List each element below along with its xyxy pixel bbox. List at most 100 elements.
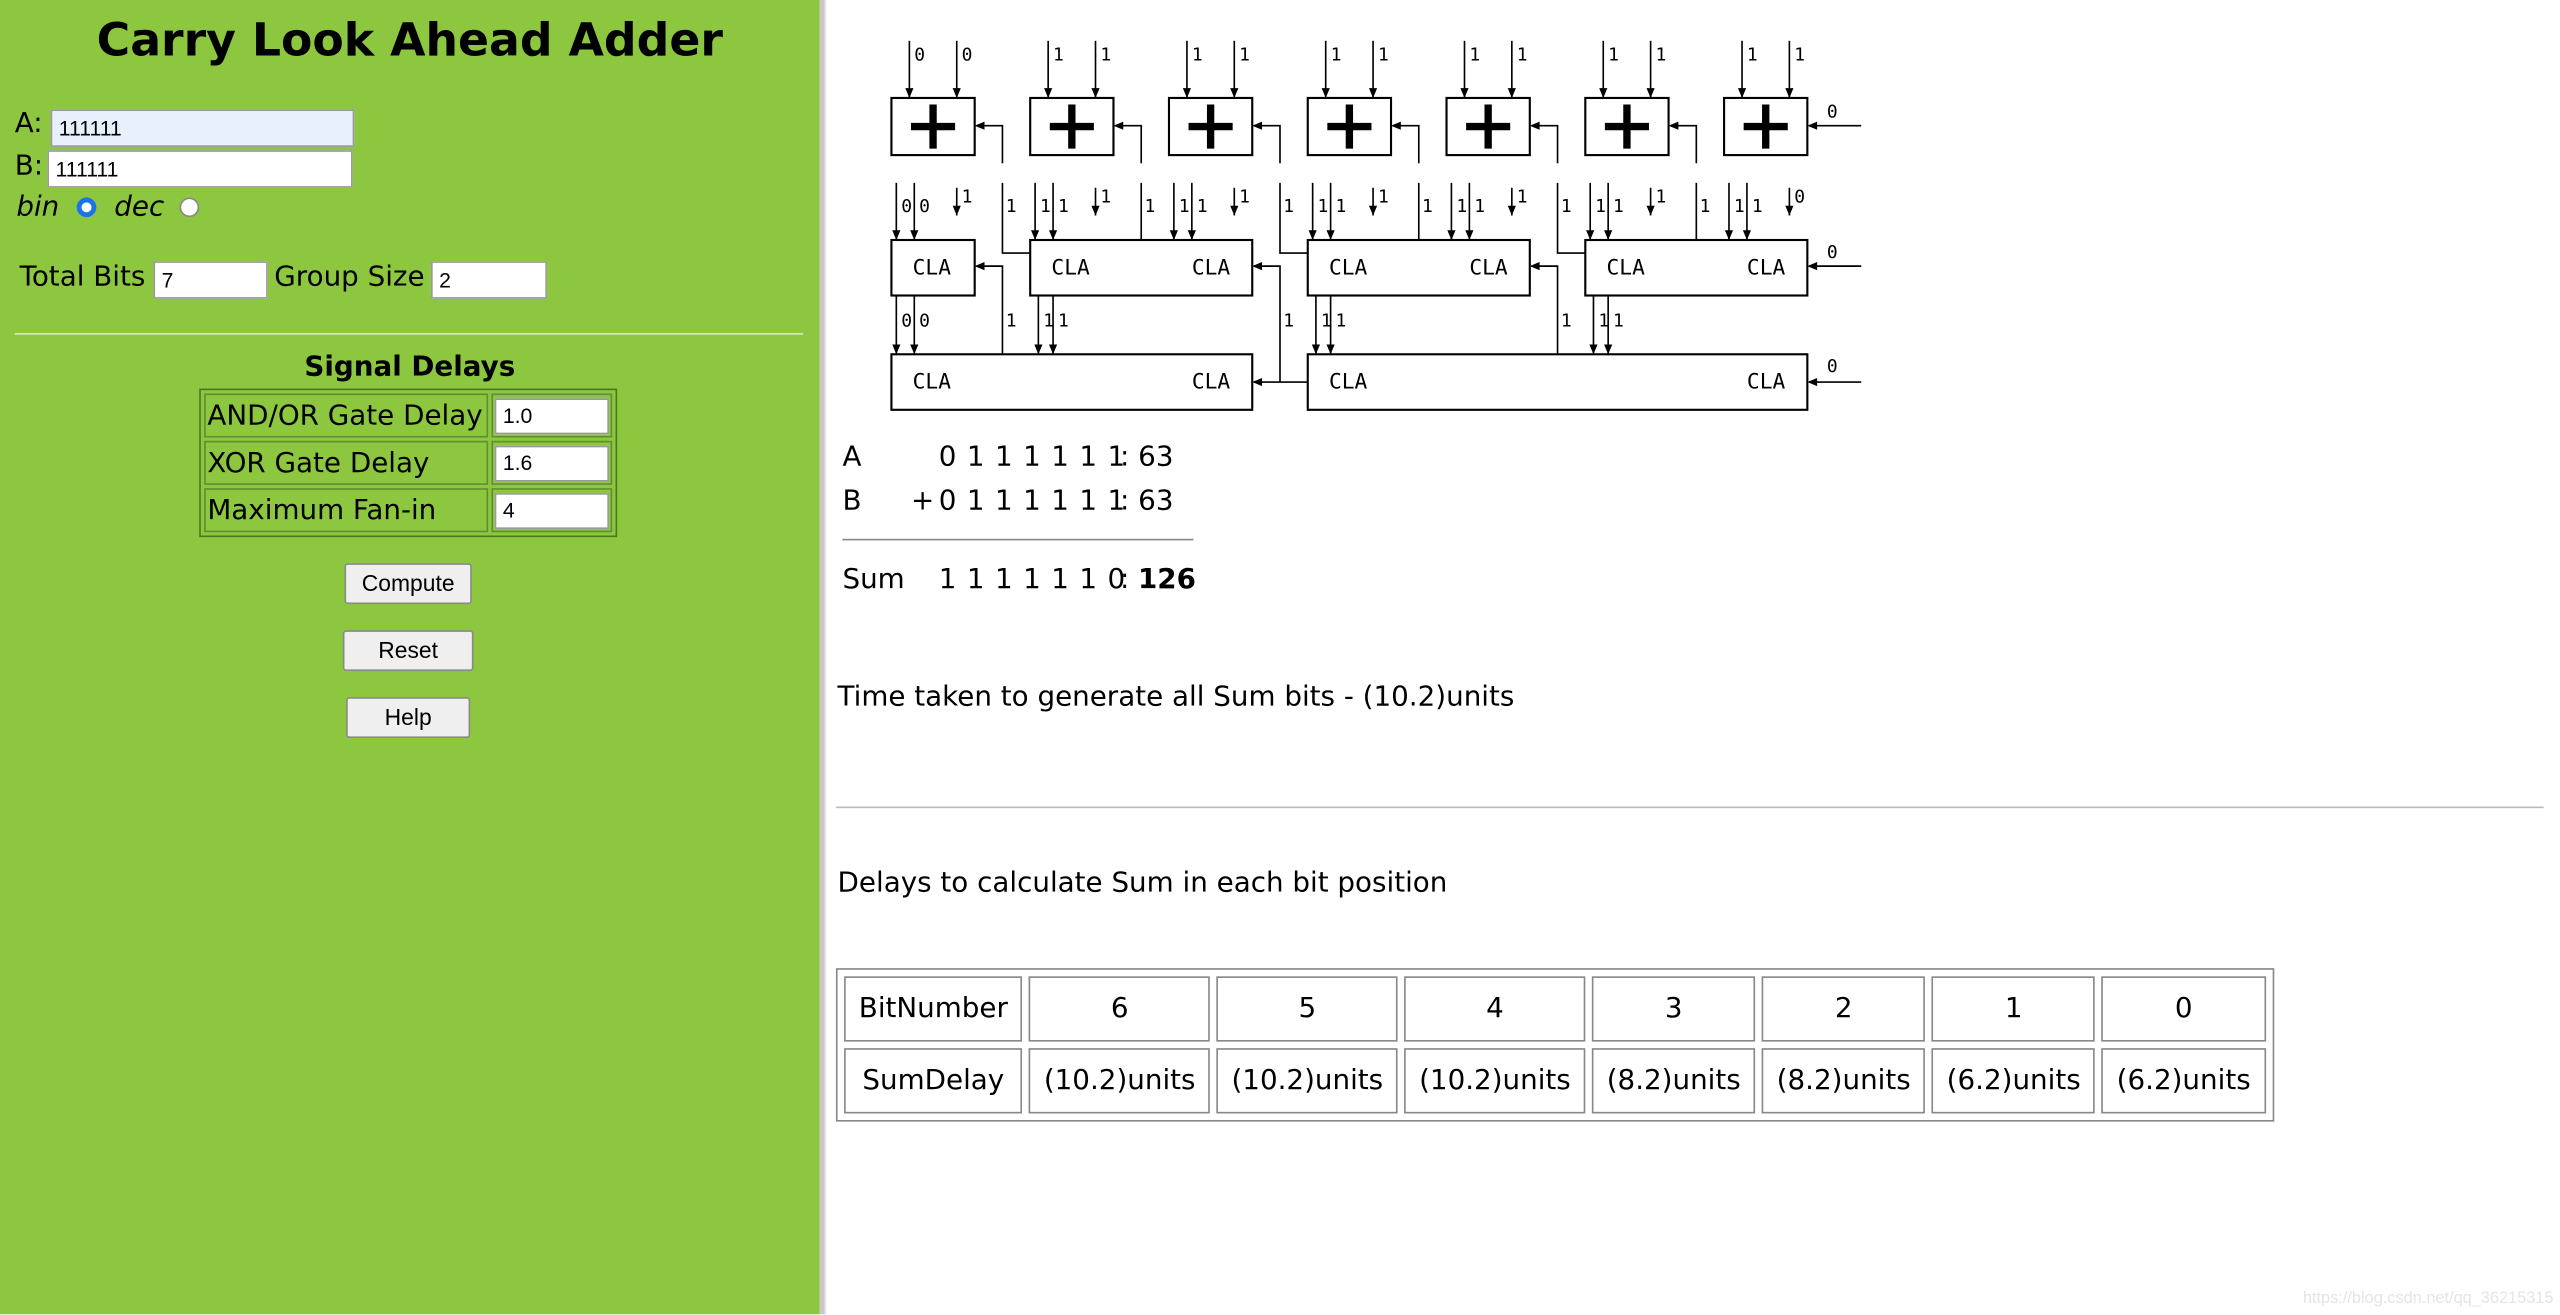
- cla-label: CLA: [1192, 255, 1231, 280]
- wire: [1531, 124, 1559, 164]
- arrow-down-icon: [905, 88, 914, 98]
- sum-separator: :: [1119, 563, 1130, 596]
- arrow-down-icon: [1048, 230, 1058, 240]
- wire: [1115, 124, 1143, 164]
- arrow-down-icon: [892, 344, 901, 355]
- bit-number-cell: 3: [1592, 976, 1756, 1042]
- b-row-label: B: [842, 484, 862, 518]
- arrow-down-icon: [1586, 230, 1595, 240]
- xor-delay-input[interactable]: [494, 444, 609, 481]
- bit-number-cell: 2: [1761, 976, 1926, 1042]
- bit-label: 1: [1474, 196, 1485, 217]
- cla-label: CLA: [1607, 255, 1646, 280]
- reset-button[interactable]: Reset: [342, 630, 474, 672]
- arrow-down-icon: [1031, 230, 1040, 240]
- wire: [976, 124, 1004, 164]
- arrow-down-icon: [1785, 205, 1794, 216]
- sum-delay-cell: (8.2)units: [1761, 1048, 1926, 1114]
- arrow-down-icon: [1230, 205, 1239, 216]
- b-bits: 0 1 1 1 1 1 1: [938, 484, 1126, 518]
- bit-label: 1: [1422, 196, 1433, 217]
- bit-label: 1: [1613, 311, 1624, 332]
- arrow-down-icon: [1048, 344, 1058, 355]
- bit-label: 1: [1100, 44, 1111, 65]
- bit-label: 0: [1827, 242, 1838, 263]
- cla-label: CLA: [913, 370, 952, 395]
- arrow-down-icon: [910, 344, 919, 355]
- arrow-down-icon: [1368, 88, 1378, 98]
- divider: [835, 806, 2544, 809]
- arrow-down-icon: [1785, 88, 1794, 98]
- bit-label: 1: [1656, 44, 1667, 65]
- bit-label: 1: [1595, 196, 1606, 217]
- bit-label: 1: [1058, 196, 1069, 217]
- bit-label: 0: [1794, 186, 1805, 207]
- sum-delay-table: BitNumber 6 5 4 3 2 1 0 SumDelay (10.2)u…: [835, 968, 2274, 1122]
- bit-label: 1: [1517, 186, 1528, 207]
- bit-label: 1: [1608, 44, 1619, 65]
- bit-label: 1: [1561, 311, 1572, 332]
- sum-delay-cell: (10.2)units: [1216, 1048, 1398, 1114]
- arrow-down-icon: [1599, 88, 1608, 98]
- cla-block: [1306, 353, 1809, 411]
- bit-label: 0: [1827, 102, 1838, 123]
- arrow-left-icon: [1252, 121, 1263, 130]
- arrow-left-icon: [974, 121, 985, 130]
- bit-label: 1: [1561, 196, 1572, 217]
- arrow-down-icon: [1589, 344, 1598, 355]
- fan-in-input[interactable]: [494, 492, 609, 529]
- arrow-left-icon: [1807, 262, 1818, 271]
- sum-row-label: Sum: [842, 563, 905, 596]
- sum-delay-cell: (8.2)units: [1592, 1048, 1756, 1114]
- bit-label: 1: [1192, 44, 1203, 65]
- arrow-down-icon: [1321, 88, 1330, 98]
- cla-label: CLA: [1051, 255, 1090, 280]
- arrow-down-icon: [952, 88, 961, 98]
- arrow-left-icon: [1668, 121, 1679, 130]
- wire: [1556, 182, 1586, 254]
- bit-label: 0: [901, 311, 912, 332]
- wire: [1531, 265, 1559, 355]
- table-row-bit-number: BitNumber 6 5 4 3 2 1 0: [844, 976, 2266, 1042]
- help-button[interactable]: Help: [346, 697, 471, 738]
- delays-heading: Delays to calculate Sum in each bit posi…: [837, 866, 1448, 900]
- arrow-down-icon: [1507, 88, 1516, 98]
- bit-label: 1: [1734, 196, 1745, 217]
- arrow-left-icon: [1529, 262, 1540, 271]
- arrow-down-icon: [1091, 88, 1100, 98]
- bit-label: 1: [1331, 44, 1342, 65]
- bit-number-cell: 1: [1931, 976, 2096, 1042]
- delay-label: XOR Gate Delay: [204, 440, 489, 485]
- bit-label: 1: [1239, 186, 1250, 207]
- bit-label: 0: [901, 196, 912, 217]
- arrow-down-icon: [1646, 205, 1655, 216]
- arrow-down-icon: [1742, 230, 1752, 240]
- bit-label: 1: [1456, 196, 1467, 217]
- sum-line: [842, 538, 1194, 541]
- a-decimal: : 63: [1119, 440, 1174, 474]
- cla-circuit-diagram: 0 0 1 1 1 1 1 1 1 1 1 1 1 100 0 1 1 1 11 1 1 11 1 1 11 1 1 11 1 1 11 1 1…: [890, 40, 1862, 411]
- sum-delay-cell: (10.2)units: [1029, 1048, 1211, 1114]
- bit-label: 1: [1700, 196, 1711, 217]
- bit-label: 1: [1613, 196, 1624, 217]
- arrow-left-icon: [1807, 121, 1818, 130]
- sum-delay-cell: (6.2)units: [2101, 1048, 2266, 1114]
- arrow-left-icon: [1252, 377, 1263, 387]
- bit-label: 1: [1336, 311, 1347, 332]
- arrow-down-icon: [1230, 88, 1239, 98]
- bit-label: 1: [1006, 311, 1017, 332]
- bit-label: 0: [919, 311, 930, 332]
- arrow-down-icon: [1460, 88, 1469, 98]
- bit-label: 1: [1794, 44, 1805, 65]
- bit-label: 1: [1747, 44, 1758, 65]
- bit-label: 1: [1752, 196, 1763, 217]
- bit-number-cell: 0: [2101, 976, 2266, 1042]
- cla-label: CLA: [1469, 255, 1508, 280]
- arrow-down-icon: [1187, 230, 1196, 240]
- cla-label: CLA: [913, 255, 952, 280]
- wire: [1279, 182, 1308, 254]
- compute-button[interactable]: Compute: [344, 563, 472, 605]
- bit-label: 1: [1517, 44, 1528, 65]
- arrow-left-icon: [974, 262, 985, 271]
- arrow-down-icon: [1326, 344, 1335, 355]
